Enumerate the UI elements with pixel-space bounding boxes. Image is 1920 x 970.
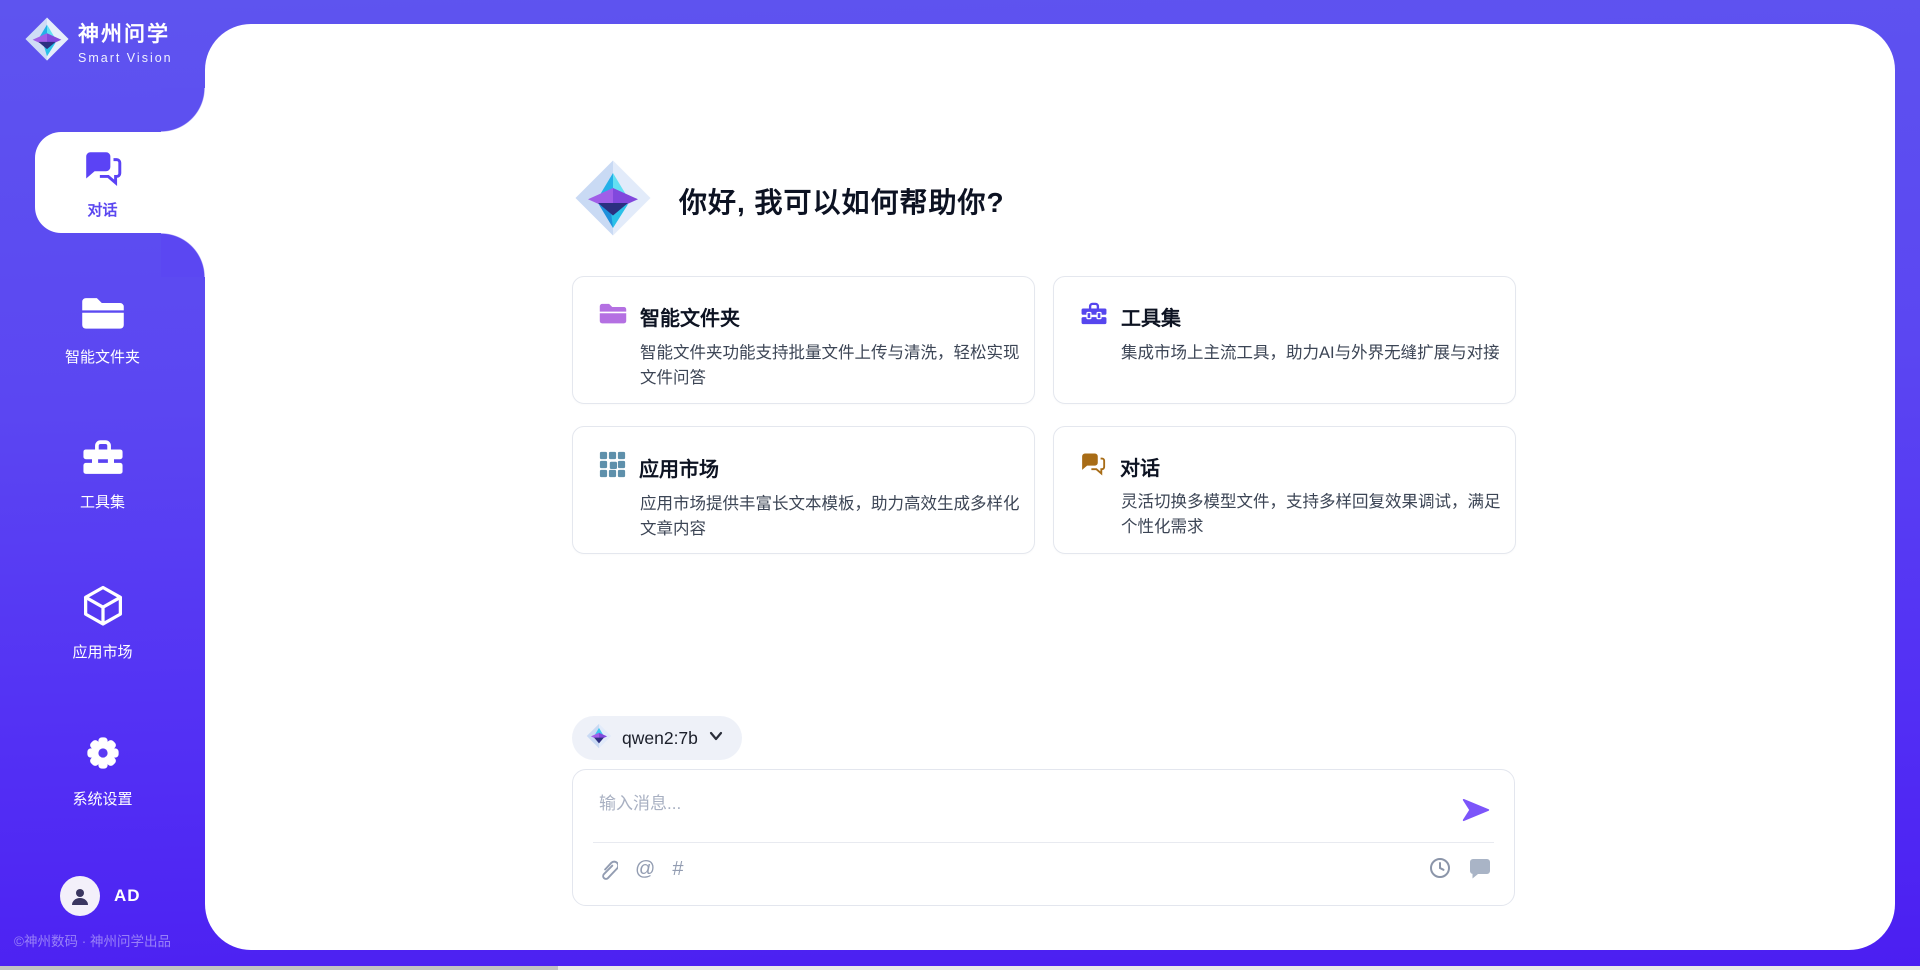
tab-fillet-bottom bbox=[161, 233, 205, 277]
card-toolset[interactable]: 工具集 集成市场上主流工具，助力AI与外界无缝扩展与对接 bbox=[1053, 276, 1516, 404]
feedback-bubble-icon[interactable] bbox=[1468, 857, 1492, 880]
sidebar-item-label: 智能文件夹 bbox=[0, 346, 205, 367]
card-title: 智能文件夹 bbox=[640, 302, 740, 331]
message-input[interactable]: 输入消息... bbox=[599, 789, 1419, 835]
brand-subtitle: Smart Vision bbox=[78, 51, 173, 65]
cube-icon bbox=[82, 615, 124, 632]
folder-icon bbox=[599, 301, 627, 332]
card-desc: 集成市场上主流工具，助力AI与外界无缝扩展与对接 bbox=[1121, 341, 1503, 366]
user-chip[interactable]: AD bbox=[60, 876, 141, 916]
mention-icon[interactable]: @ bbox=[635, 856, 655, 882]
greeting-row: 你好, 我可以如何帮助你? bbox=[573, 158, 1005, 243]
model-selector[interactable]: qwen2:7b bbox=[572, 716, 742, 760]
grid-icon bbox=[599, 451, 626, 483]
user-name: AD bbox=[114, 886, 141, 906]
message-composer: 输入消息... @ # bbox=[572, 769, 1515, 906]
send-icon[interactable] bbox=[1462, 798, 1490, 822]
sidebar-item-smart-folder[interactable]: 智能文件夹 bbox=[0, 295, 205, 367]
card-title: 应用市场 bbox=[639, 453, 719, 482]
sidebar-item-settings[interactable]: 系统设置 bbox=[0, 731, 205, 809]
composer-divider bbox=[593, 842, 1494, 843]
briefcase-icon bbox=[81, 465, 125, 482]
sidebar-item-toolset[interactable]: 工具集 bbox=[0, 438, 205, 512]
sidebar-item-chat[interactable]: 对话 bbox=[0, 148, 205, 220]
greeting-title: 你好, 我可以如何帮助你? bbox=[679, 181, 1005, 221]
card-title: 对话 bbox=[1120, 452, 1160, 481]
brand: 神州问学 Smart Vision bbox=[24, 16, 173, 67]
main-content-panel: 你好, 我可以如何帮助你? 智能文件夹 智能文件夹功能支持批量文件上传与清洗，轻… bbox=[205, 24, 1895, 950]
sidebar: 神州问学 Smart Vision 对话 智能文件夹 bbox=[0, 0, 205, 970]
horizontal-scrollbar[interactable] bbox=[0, 966, 1920, 970]
sidebar-item-app-market[interactable]: 应用市场 bbox=[0, 584, 205, 662]
gear-icon bbox=[81, 762, 125, 779]
card-desc: 智能文件夹功能支持批量文件上传与清洗，轻松实现文件问答 bbox=[640, 341, 1022, 391]
brand-name: 神州问学 bbox=[78, 23, 170, 46]
card-desc: 灵活切换多模型文件，支持多样回复效果调试，满足个性化需求 bbox=[1121, 490, 1503, 540]
feature-cards: 智能文件夹 智能文件夹功能支持批量文件上传与清洗，轻松实现文件问答 工具集 集成… bbox=[572, 276, 1516, 554]
sidebar-item-label: 对话 bbox=[0, 199, 205, 220]
model-logo-icon bbox=[586, 723, 612, 754]
briefcase-icon bbox=[1080, 301, 1108, 332]
hashtag-icon[interactable]: # bbox=[672, 856, 683, 882]
sidebar-item-label: 应用市场 bbox=[0, 641, 205, 662]
card-app-market[interactable]: 应用市场 应用市场提供丰富长文本模板，助力高效生成多样化文章内容 bbox=[572, 426, 1035, 554]
card-chat[interactable]: 对话 灵活切换多模型文件，支持多样回复效果调试，满足个性化需求 bbox=[1053, 426, 1516, 554]
app-logo-large bbox=[573, 158, 653, 243]
app-logo-icon bbox=[24, 16, 70, 67]
history-clock-icon[interactable] bbox=[1428, 856, 1452, 880]
tab-fillet-top bbox=[161, 88, 205, 132]
sidebar-item-label: 系统设置 bbox=[0, 788, 205, 809]
chevron-down-icon bbox=[708, 728, 724, 749]
copyright-footer: ©神州数码 · 神州问学出品 bbox=[14, 930, 204, 950]
card-desc: 应用市场提供丰富长文本模板，助力高效生成多样化文章内容 bbox=[640, 492, 1022, 542]
folder-icon bbox=[81, 320, 125, 337]
attachment-icon[interactable] bbox=[597, 856, 618, 882]
card-title: 工具集 bbox=[1121, 302, 1181, 331]
scrollbar-thumb[interactable] bbox=[0, 966, 558, 970]
avatar bbox=[60, 876, 100, 916]
model-name: qwen2:7b bbox=[622, 728, 698, 749]
card-smart-folder[interactable]: 智能文件夹 智能文件夹功能支持批量文件上传与清洗，轻松实现文件问答 bbox=[572, 276, 1035, 404]
chat-icon bbox=[1080, 451, 1107, 481]
chat-icon bbox=[82, 173, 124, 190]
sidebar-item-label: 工具集 bbox=[0, 491, 205, 512]
